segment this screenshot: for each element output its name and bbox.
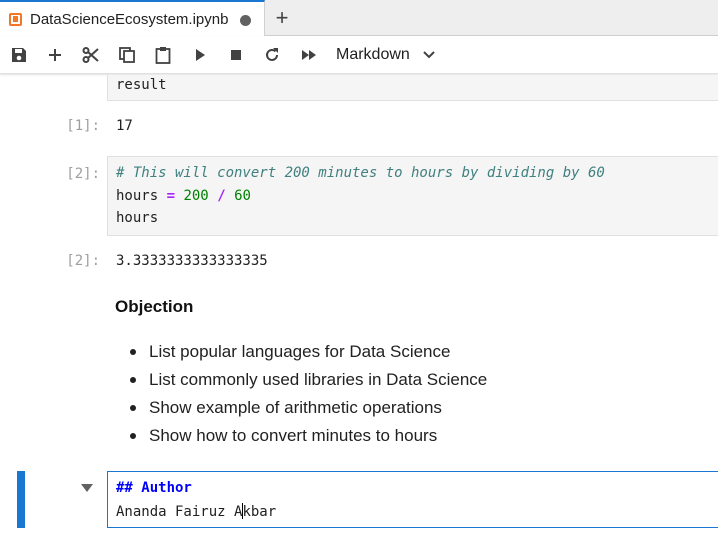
output-prompt: [1]: — [66, 118, 100, 134]
paste-button[interactable] — [151, 44, 175, 66]
markdown-cell-editor[interactable]: ## Author Ananda Fairuz Akbar — [107, 471, 718, 528]
cell-output: 17 — [116, 118, 133, 134]
list-item: List commonly used libraries in Data Sci… — [130, 370, 487, 398]
code-number: 200 — [183, 188, 209, 204]
collapse-caret-icon[interactable] — [80, 483, 94, 493]
tab-bar: DataScienceEcosystem.ipynb + — [0, 0, 718, 36]
list-item: Show example of arithmetic operations — [130, 398, 487, 426]
code-number: 60 — [234, 188, 251, 204]
output-prompt: [2]: — [66, 253, 100, 269]
paste-icon — [155, 47, 171, 64]
restart-button[interactable] — [260, 44, 284, 66]
run-icon — [196, 49, 205, 61]
insert-cell-button[interactable] — [43, 44, 67, 66]
code-variable: hours — [116, 188, 167, 204]
cell-output: 3.3333333333333335 — [116, 253, 268, 269]
cell-type-label: Markdown — [336, 46, 410, 63]
active-cell-collapser[interactable] — [17, 471, 25, 528]
copy-button[interactable] — [115, 44, 139, 66]
notebook-icon — [9, 13, 22, 26]
code-line: hours = 200 / 60 — [116, 188, 251, 204]
code-operator: = — [166, 188, 176, 204]
text-after-cursor: kbar — [242, 504, 277, 520]
list-item: List popular languages for Data Science — [130, 342, 487, 370]
code-comment: # This will convert 200 minutes to hours… — [116, 165, 605, 181]
save-icon — [12, 48, 26, 62]
markdown-source-line: Ananda Fairuz Akbar — [116, 503, 276, 520]
cut-button[interactable] — [79, 44, 103, 66]
input-prompt: [2]: — [66, 166, 100, 182]
markdown-source-heading: ## Author — [116, 480, 192, 496]
fast-forward-icon — [302, 50, 316, 60]
save-button[interactable] — [7, 44, 31, 66]
restart-icon — [266, 48, 278, 61]
cut-icon — [82, 47, 99, 63]
unsaved-indicator-icon[interactable] — [240, 15, 251, 26]
markdown-list: List popular languages for Data Science … — [130, 342, 487, 454]
run-button[interactable] — [188, 44, 212, 66]
markdown-heading: Objection — [115, 297, 194, 316]
copy-icon — [119, 47, 135, 63]
add-cell-icon — [49, 49, 61, 61]
stop-icon — [231, 50, 241, 60]
code-cell-editor[interactable]: result — [107, 75, 718, 101]
list-item: Show how to convert minutes to hours — [130, 426, 487, 454]
tab-title: DataScienceEcosystem.ipynb — [30, 11, 229, 28]
restart-run-all-button[interactable] — [297, 44, 321, 66]
stop-button[interactable] — [224, 44, 248, 66]
cell-type-dropdown[interactable]: Markdown — [336, 44, 436, 66]
chevron-down-icon — [423, 51, 435, 59]
code-cell-editor[interactable]: # This will convert 200 minutes to hours… — [107, 156, 718, 236]
code-line: hours — [116, 210, 159, 226]
code-operator: / — [217, 188, 226, 204]
text-before-cursor: Ananda Fairuz A — [116, 504, 243, 520]
code-line: result — [116, 77, 167, 93]
new-tab-button[interactable]: + — [267, 3, 297, 33]
notebook-tab[interactable]: DataScienceEcosystem.ipynb — [0, 0, 265, 36]
notebook-toolbar: Markdown — [0, 36, 718, 74]
notebook-panel[interactable]: result [1]: 17 [2]: # This will convert … — [0, 75, 718, 537]
